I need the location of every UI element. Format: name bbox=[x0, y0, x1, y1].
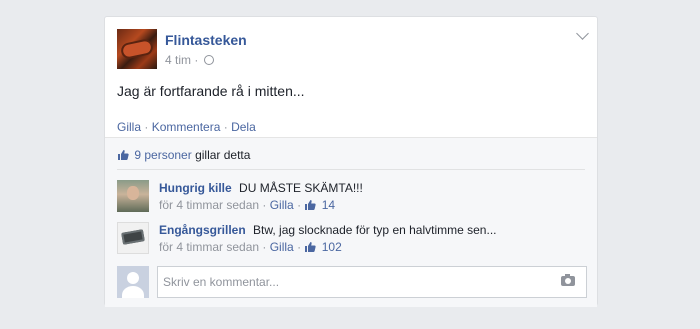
comment-body: Hungrig kille DU MÅSTE SKÄMTA!!! bbox=[159, 181, 363, 195]
avatar[interactable] bbox=[117, 180, 149, 212]
likes-suffix: gillar detta bbox=[195, 148, 251, 162]
likes-summary: 9 personer gillar detta bbox=[117, 148, 250, 162]
divider bbox=[117, 169, 585, 170]
page-profile-picture[interactable] bbox=[117, 29, 157, 69]
comment-like-button[interactable]: Gilla bbox=[270, 240, 294, 254]
camera-icon[interactable] bbox=[561, 274, 575, 286]
comment-like-button[interactable]: Gilla bbox=[270, 198, 294, 212]
comment-body: Engångsgrillen Btw, jag slocknade för ty… bbox=[159, 223, 496, 237]
share-button[interactable]: Dela bbox=[231, 120, 256, 134]
post-meta: 4 tim · bbox=[165, 53, 214, 67]
thumbs-up-icon bbox=[305, 200, 317, 210]
comment-text: DU MÅSTE SKÄMTA!!! bbox=[239, 181, 363, 195]
comment-button[interactable]: Kommentera bbox=[152, 120, 221, 134]
comment-like-count[interactable]: 14 bbox=[322, 198, 335, 212]
meta-separator: · bbox=[259, 198, 270, 212]
like-button[interactable]: Gilla bbox=[117, 120, 141, 134]
comment-like-count[interactable]: 102 bbox=[322, 240, 342, 254]
comment-meta: för 4 timmar sedan · Gilla · 14 bbox=[159, 198, 335, 212]
post-card: Flintasteken 4 tim · Jag är fortfarande … bbox=[104, 16, 598, 307]
thumbs-up-icon bbox=[305, 242, 317, 252]
comment-meta: för 4 timmar sedan · Gilla · 102 bbox=[159, 240, 342, 254]
meta-separator: · bbox=[293, 198, 305, 212]
page-name-link[interactable]: Flintasteken bbox=[165, 32, 247, 48]
post-text: Jag är fortfarande rå i mitten... bbox=[117, 83, 305, 99]
avatar bbox=[117, 266, 149, 298]
feedback-section: 9 personer gillar detta Hungrig kille DU… bbox=[105, 137, 597, 307]
comment-input[interactable] bbox=[157, 266, 587, 298]
comment-author[interactable]: Hungrig kille bbox=[159, 181, 232, 195]
post-actions: Gilla · Kommentera · Dela bbox=[117, 120, 256, 134]
meta-separator: · bbox=[194, 53, 199, 67]
meta-separator: · bbox=[293, 240, 305, 254]
comment-text: Btw, jag slocknade för typ en halvtimme … bbox=[253, 223, 497, 237]
thumbs-up-icon bbox=[118, 150, 129, 160]
comment-time[interactable]: för 4 timmar sedan bbox=[159, 198, 259, 212]
post-timestamp[interactable]: 4 tim bbox=[165, 53, 191, 67]
avatar[interactable] bbox=[117, 222, 149, 254]
comment-time[interactable]: för 4 timmar sedan bbox=[159, 240, 259, 254]
meta-separator: · bbox=[259, 240, 270, 254]
action-separator: · bbox=[220, 120, 232, 134]
likes-people-link[interactable]: 9 personer bbox=[134, 148, 191, 162]
globe-icon bbox=[203, 55, 214, 65]
comment-author[interactable]: Engångsgrillen bbox=[159, 223, 246, 237]
chevron-down-icon[interactable] bbox=[576, 27, 589, 40]
action-separator: · bbox=[141, 120, 152, 134]
